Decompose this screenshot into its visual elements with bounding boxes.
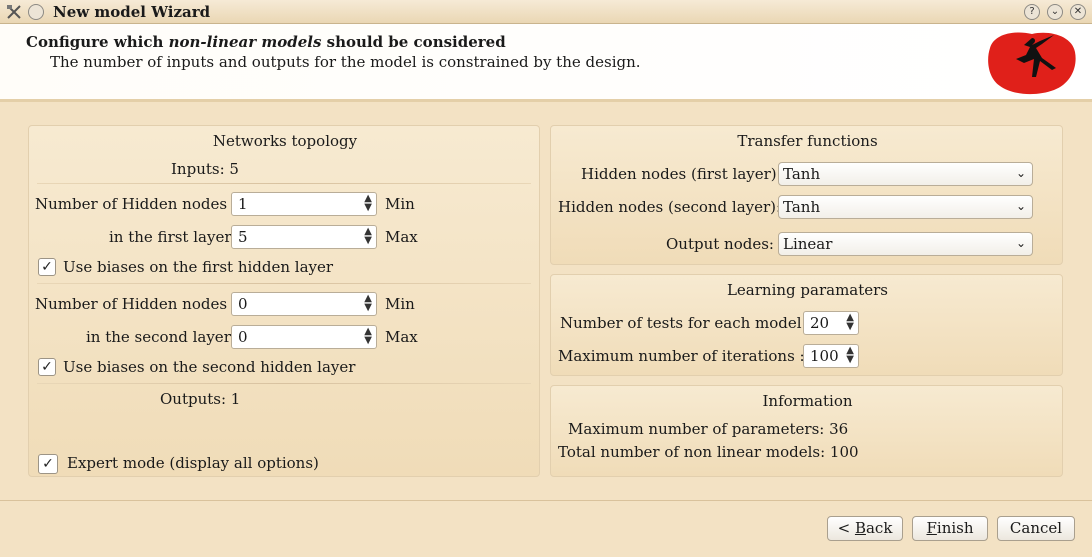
second-layer-transfer-value: Tanh: [783, 198, 821, 216]
second-layer-transfer-select[interactable]: Tanh ⌄: [778, 195, 1033, 219]
first-max-spinbox[interactable]: 5 ▲ ▼: [231, 225, 377, 249]
title-bar[interactable]: New model Wizard ? ⌄ ✕: [0, 0, 1092, 24]
total-models-label: Total number of non linear models: 100: [558, 443, 859, 461]
second-min-spinbox[interactable]: 0 ▲ ▼: [231, 292, 377, 316]
tools-icon[interactable]: [6, 4, 22, 20]
iterations-label: Maximum number of iterations :: [558, 347, 805, 365]
spin-arrows-icon[interactable]: ▲ ▼: [364, 294, 372, 313]
information-group: Information Maximum number of parameters…: [550, 385, 1063, 477]
spin-arrows-icon[interactable]: ▲ ▼: [846, 346, 854, 365]
cancel-button[interactable]: Cancel: [997, 516, 1075, 541]
first-hidden-label: Number of Hidden nodes: [35, 195, 228, 213]
output-transfer-value: Linear: [783, 235, 833, 253]
learning-title: Learning paramaters: [726, 281, 889, 299]
second-max-label: Max: [385, 328, 418, 346]
separator: [37, 383, 531, 384]
second-bias-checkbox[interactable]: ✓: [38, 358, 56, 376]
inputs-label: Inputs: 5: [171, 160, 239, 178]
networks-topology-group: Networks topology Inputs: 5 Number of Hi…: [28, 125, 540, 477]
first-layer-transfer-value: Tanh: [783, 165, 821, 183]
separator: [37, 283, 531, 284]
footer-separator: [0, 500, 1092, 501]
back-mnemonic: B: [854, 519, 866, 537]
tests-label: Number of tests for each model :: [560, 314, 812, 332]
expert-mode-checkbox[interactable]: ✓: [38, 454, 58, 474]
title-pre: Configure which: [26, 33, 169, 51]
window-title: New model Wizard: [53, 3, 211, 21]
output-transfer-select[interactable]: Linear ⌄: [778, 232, 1033, 256]
separator: [37, 183, 531, 184]
first-min-label: Min: [385, 195, 415, 213]
second-bias-label[interactable]: Use biases on the second hidden layer: [63, 358, 355, 376]
first-bias-checkbox[interactable]: ✓: [38, 258, 56, 276]
iterations-value: 100: [810, 347, 839, 365]
first-max-label: Max: [385, 228, 418, 246]
first-min-value: 1: [238, 195, 248, 213]
chevron-down-icon: ⌄: [1015, 236, 1026, 250]
wizard-header: Configure which non-linear models should…: [0, 24, 1092, 102]
chevron-down-icon: ⌄: [1015, 166, 1026, 180]
transfer-title: Transfer functions: [737, 132, 878, 150]
tests-spinbox[interactable]: 20 ▲ ▼: [803, 311, 859, 335]
ballerina-logo-icon: [988, 32, 1076, 95]
spin-arrows-icon[interactable]: ▲ ▼: [364, 194, 372, 213]
second-max-spinbox[interactable]: 0 ▲ ▼: [231, 325, 377, 349]
help-icon[interactable]: ?: [1024, 4, 1040, 20]
first-bias-label[interactable]: Use biases on the first hidden layer: [63, 258, 333, 276]
checkmark-icon: ✓: [41, 359, 53, 375]
checkmark-icon: ✓: [42, 456, 54, 472]
title-post: should be considered: [321, 33, 506, 51]
second-min-label: Min: [385, 295, 415, 313]
first-layer-transfer-label: Hidden nodes (first layer):: [581, 165, 782, 183]
finish-button[interactable]: Finish: [912, 516, 988, 541]
tests-value: 20: [810, 314, 830, 332]
close-icon[interactable]: ✕: [1070, 4, 1086, 20]
topology-title: Networks topology: [212, 132, 358, 150]
spin-arrows-icon[interactable]: ▲ ▼: [364, 327, 372, 346]
second-layer-transfer-label: Hidden nodes (second layer):: [558, 198, 782, 216]
checkmark-icon: ✓: [41, 259, 53, 275]
output-transfer-label: Output nodes:: [666, 235, 774, 253]
transfer-functions-group: Transfer functions Hidden nodes (first l…: [550, 125, 1063, 265]
window-menu-icon[interactable]: [28, 4, 44, 20]
first-min-spinbox[interactable]: 1 ▲ ▼: [231, 192, 377, 216]
second-min-value: 0: [238, 295, 248, 313]
max-parameters-label: Maximum number of parameters: 36: [568, 420, 849, 438]
second-max-value: 0: [238, 328, 248, 346]
finish-mnemonic: F: [926, 519, 937, 537]
information-title: Information: [762, 392, 853, 410]
finish-suffix: inish: [936, 519, 974, 537]
expert-mode-label[interactable]: Expert mode (display all options): [67, 454, 319, 472]
second-hidden-label: Number of Hidden nodes: [35, 295, 228, 313]
spin-arrows-icon[interactable]: ▲ ▼: [364, 227, 372, 246]
back-suffix: ack: [865, 519, 893, 537]
minimize-icon[interactable]: ⌄: [1047, 4, 1063, 20]
page-subtitle: The number of inputs and outputs for the…: [50, 53, 641, 71]
first-max-value: 5: [238, 228, 248, 246]
back-button[interactable]: < Back: [827, 516, 903, 541]
title-emphasis: non-linear models: [168, 33, 322, 51]
spin-arrows-icon[interactable]: ▲ ▼: [846, 313, 854, 332]
second-layer-label: in the second layer: [86, 328, 231, 346]
first-layer-label: in the first layer: [109, 228, 232, 246]
outputs-label: Outputs: 1: [160, 390, 241, 408]
first-layer-transfer-select[interactable]: Tanh ⌄: [778, 162, 1033, 186]
iterations-spinbox[interactable]: 100 ▲ ▼: [803, 344, 859, 368]
learning-parameters-group: Learning paramaters Number of tests for …: [550, 274, 1063, 376]
page-title: Configure which non-linear models should…: [26, 33, 506, 51]
chevron-down-icon: ⌄: [1015, 199, 1026, 213]
back-prefix: <: [837, 519, 855, 537]
